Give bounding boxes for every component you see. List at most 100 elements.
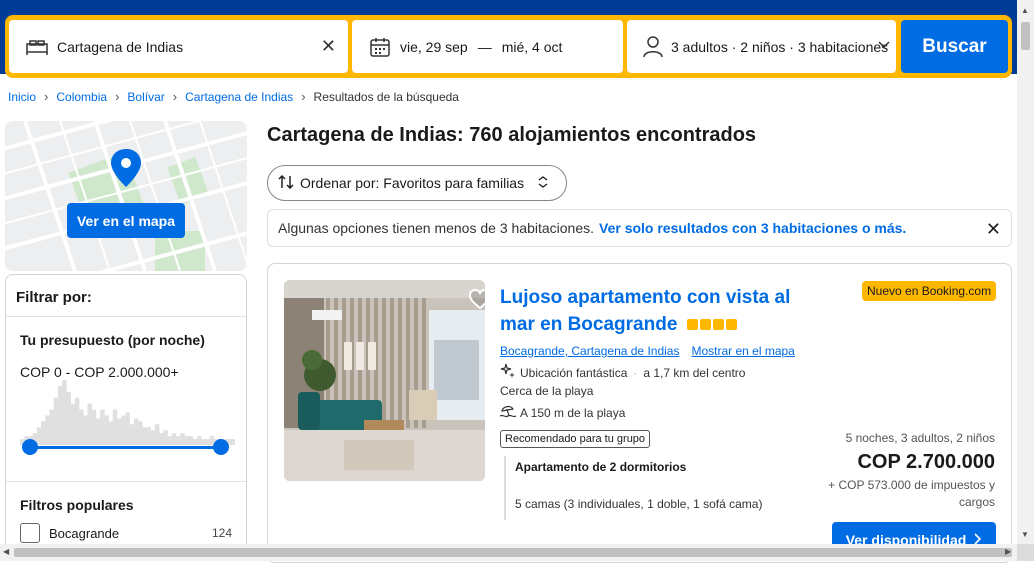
chevron-right-icon: › [301,89,306,104]
property-title[interactable]: Lujoso apartamento con vista al mar en B… [500,284,820,338]
property-card[interactable]: Lujoso apartamento con vista al mar en B… [267,263,1012,563]
room-name: Apartamento de 2 dormitorios [515,460,687,474]
guests-field[interactable]: 3 adultos · 2 niños · 3 habitaciones [627,20,896,73]
guests-value[interactable]: 3 adultos · 2 niños · 3 habitaciones [671,39,889,55]
scroll-up-icon[interactable]: ▲ [1021,6,1029,15]
histogram-bar [150,430,156,445]
histogram-bar [180,433,185,445]
search-box: Cartagena de Indias ✕ vie, 29 sep — mié,… [5,15,1012,78]
recommended-tag: Recomendado para tu grupo [500,430,651,448]
histogram-bar [125,412,130,445]
scroll-left-icon[interactable]: ◀ [3,547,9,556]
person-icon [641,35,665,59]
checkin-value[interactable]: vie, 29 sep [400,39,468,55]
histogram-bar [184,436,189,445]
filter-item-bocagrande[interactable]: Bocagrande 124 [20,523,232,543]
filter-checkbox[interactable] [20,523,40,543]
horizontal-scrollbar[interactable]: ◀ ▶ [0,544,1017,561]
breadcrumb-inicio[interactable]: Inicio [8,90,36,104]
room-beds: 5 camas (3 individuales, 1 doble, 1 sofá… [515,497,763,511]
notice-text: Algunas opciones tienen menos de 3 habit… [278,220,594,236]
histogram-bar [192,439,198,445]
histogram-bar [95,418,101,445]
histogram-bar [121,415,126,445]
histogram-bar [36,427,42,445]
star-icon [699,319,711,331]
sort-label: Ordenar por: Favoritos para familias [300,175,525,191]
notice-link[interactable]: Ver solo resultados con 3 habitaciones o… [599,220,906,236]
rooms-notice: Algunas opciones tienen menos de 3 habit… [267,209,1012,247]
clear-destination-icon[interactable]: ✕ [321,36,336,57]
chevron-right-icon: › [44,89,49,104]
breadcrumb-colombia[interactable]: Colombia [56,90,107,104]
breadcrumb-bolivar[interactable]: Bolívar [127,90,164,104]
vertical-scrollbar[interactable]: ▲ ▼ [1017,0,1034,561]
budget-slider-min-handle[interactable] [22,439,38,455]
location-score-text: Ubicación fantástica [520,365,628,380]
histogram-bar [154,424,160,445]
histogram-bar [100,409,105,445]
map-preview[interactable]: Ver en el mapa [5,121,247,271]
destination-field[interactable]: Cartagena de Indias ✕ [9,20,348,73]
location-score: Ubicación fantástica · a 1,7 km del cent… [500,363,745,382]
beach-umbrella-icon [499,404,517,421]
stay-summary: 5 noches, 3 adultos, 2 niños [845,431,995,445]
map-background [5,121,247,271]
breadcrumb-current: Resultados de la búsqueda [313,89,459,104]
separator-dot: · [633,365,638,380]
filter-count: 124 [211,526,232,540]
histogram-bar [53,397,59,445]
filters-title: Filtrar por: [6,275,246,317]
histogram-bar [70,403,76,445]
histogram-bar [91,409,97,445]
sort-button[interactable]: Ordenar por: Favoritos para familias [267,165,567,201]
price-histogram [20,380,235,445]
property-title-text[interactable]: Lujoso apartamento con vista al mar en B… [500,287,790,335]
living-room-image [284,280,485,481]
show-on-map-link[interactable]: Mostrar en el mapa [691,344,794,358]
histogram-bar [129,424,135,445]
new-badge: Nuevo en Booking.com [862,281,997,301]
budget-slider-track [30,446,220,449]
property-photo[interactable] [284,280,485,481]
histogram-bar [159,433,164,445]
view-map-button[interactable]: Ver en el mapa [67,203,185,238]
chevron-down-icon[interactable] [878,38,890,52]
search-button[interactable]: Buscar [901,20,1008,73]
sparkle-icon [500,363,516,382]
checkout-value[interactable]: mié, 4 oct [502,39,563,55]
scroll-down-icon[interactable]: ▼ [1021,530,1029,539]
histogram-bar [146,427,151,445]
beach-distance-text: A 150 m de la playa [520,405,626,420]
histogram-bar [108,421,114,445]
chevron-right-icon: › [172,89,178,104]
sort-arrows-icon [278,174,294,192]
room-info: Apartamento de 2 dormitorios 5 camas (3 … [504,456,762,520]
histogram-bar [62,380,67,445]
budget-title: Tu presupuesto (por noche) [20,332,205,348]
date-dash: — [477,38,492,55]
histogram-bar [201,439,206,445]
chevron-updown-icon [538,175,548,191]
scrollbar-thumb[interactable] [1021,22,1030,50]
histogram-bar [57,385,63,445]
location-link[interactable]: Bocagrande, Cartagena de Indias [500,344,679,358]
calendar-icon [368,35,392,59]
favorite-heart-icon[interactable] [468,288,485,315]
breadcrumb-cartagena[interactable]: Cartagena de Indias [185,90,293,104]
star-icon [686,319,698,331]
histogram-bar [142,427,147,445]
close-icon[interactable]: ✕ [986,219,1001,240]
scrollbar-thumb[interactable] [14,548,1012,557]
histogram-bar [74,397,80,445]
dates-field[interactable]: vie, 29 sep — mié, 4 oct [352,20,623,73]
scroll-right-icon[interactable]: ▶ [1005,547,1011,556]
histogram-bar [112,409,118,445]
bed-icon [25,35,49,59]
breadcrumb: Inicio › Colombia › Bolívar › Cartagena … [8,89,459,104]
budget-slider-max-handle[interactable] [213,439,229,455]
histogram-bar [163,430,168,445]
beach-near-text: Cerca de la playa [500,384,594,398]
histogram-bar [205,439,211,445]
destination-value[interactable]: Cartagena de Indias [57,39,183,55]
